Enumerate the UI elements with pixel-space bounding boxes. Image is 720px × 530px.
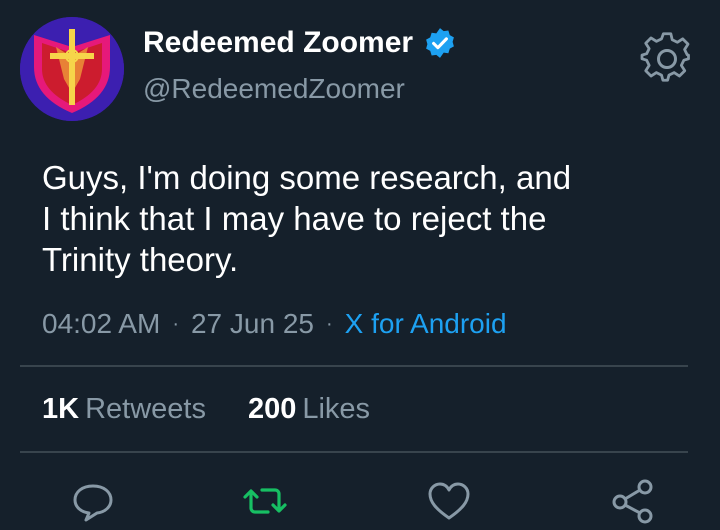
share-button[interactable] xyxy=(610,478,656,524)
likes-count[interactable]: 200 xyxy=(248,393,296,426)
tweet-time: 04:02 AM xyxy=(42,308,161,339)
tweet-text-line: Trinity theory. xyxy=(42,241,239,278)
reply-button[interactable] xyxy=(70,478,116,524)
tweet-text-line: I think that I may have to reject the xyxy=(42,200,547,237)
divider xyxy=(20,451,688,453)
meta-separator: · xyxy=(325,312,333,335)
retweet-button[interactable] xyxy=(242,478,288,524)
shield-cross-logo-icon xyxy=(20,17,124,121)
retweets-label[interactable]: Retweets xyxy=(85,393,206,426)
retweet-icon xyxy=(243,488,287,514)
tweet-detail: Redeemed Zoomer @RedeemedZoomer Guys, I'… xyxy=(0,0,720,530)
user-handle[interactable]: @RedeemedZoomer xyxy=(143,73,405,105)
tweet-text-line: Guys, I'm doing some research, and xyxy=(42,159,572,196)
reply-icon xyxy=(73,484,113,522)
tweet-source-link[interactable]: X for Android xyxy=(345,308,507,340)
display-name-row[interactable]: Redeemed Zoomer xyxy=(143,26,457,60)
meta-separator: · xyxy=(172,312,179,335)
divider xyxy=(20,365,688,367)
verified-badge-icon xyxy=(426,28,454,58)
tweet-metadata: 04:02 AM · 27 Jun 25 · X for Android xyxy=(42,308,507,340)
share-icon xyxy=(612,479,653,524)
gear-icon[interactable] xyxy=(640,32,694,86)
likes-label[interactable]: Likes xyxy=(302,393,370,426)
avatar[interactable] xyxy=(20,17,124,121)
engagement-stats: 1K Retweets 200 Likes xyxy=(42,393,370,426)
like-button[interactable] xyxy=(426,478,472,524)
tweet-text: Guys, I'm doing some research, and I thi… xyxy=(42,157,682,280)
display-name[interactable]: Redeemed Zoomer xyxy=(143,26,413,60)
retweets-count[interactable]: 1K xyxy=(42,393,79,426)
heart-icon xyxy=(428,482,470,520)
tweet-date: 27 Jun 25 xyxy=(190,308,314,339)
